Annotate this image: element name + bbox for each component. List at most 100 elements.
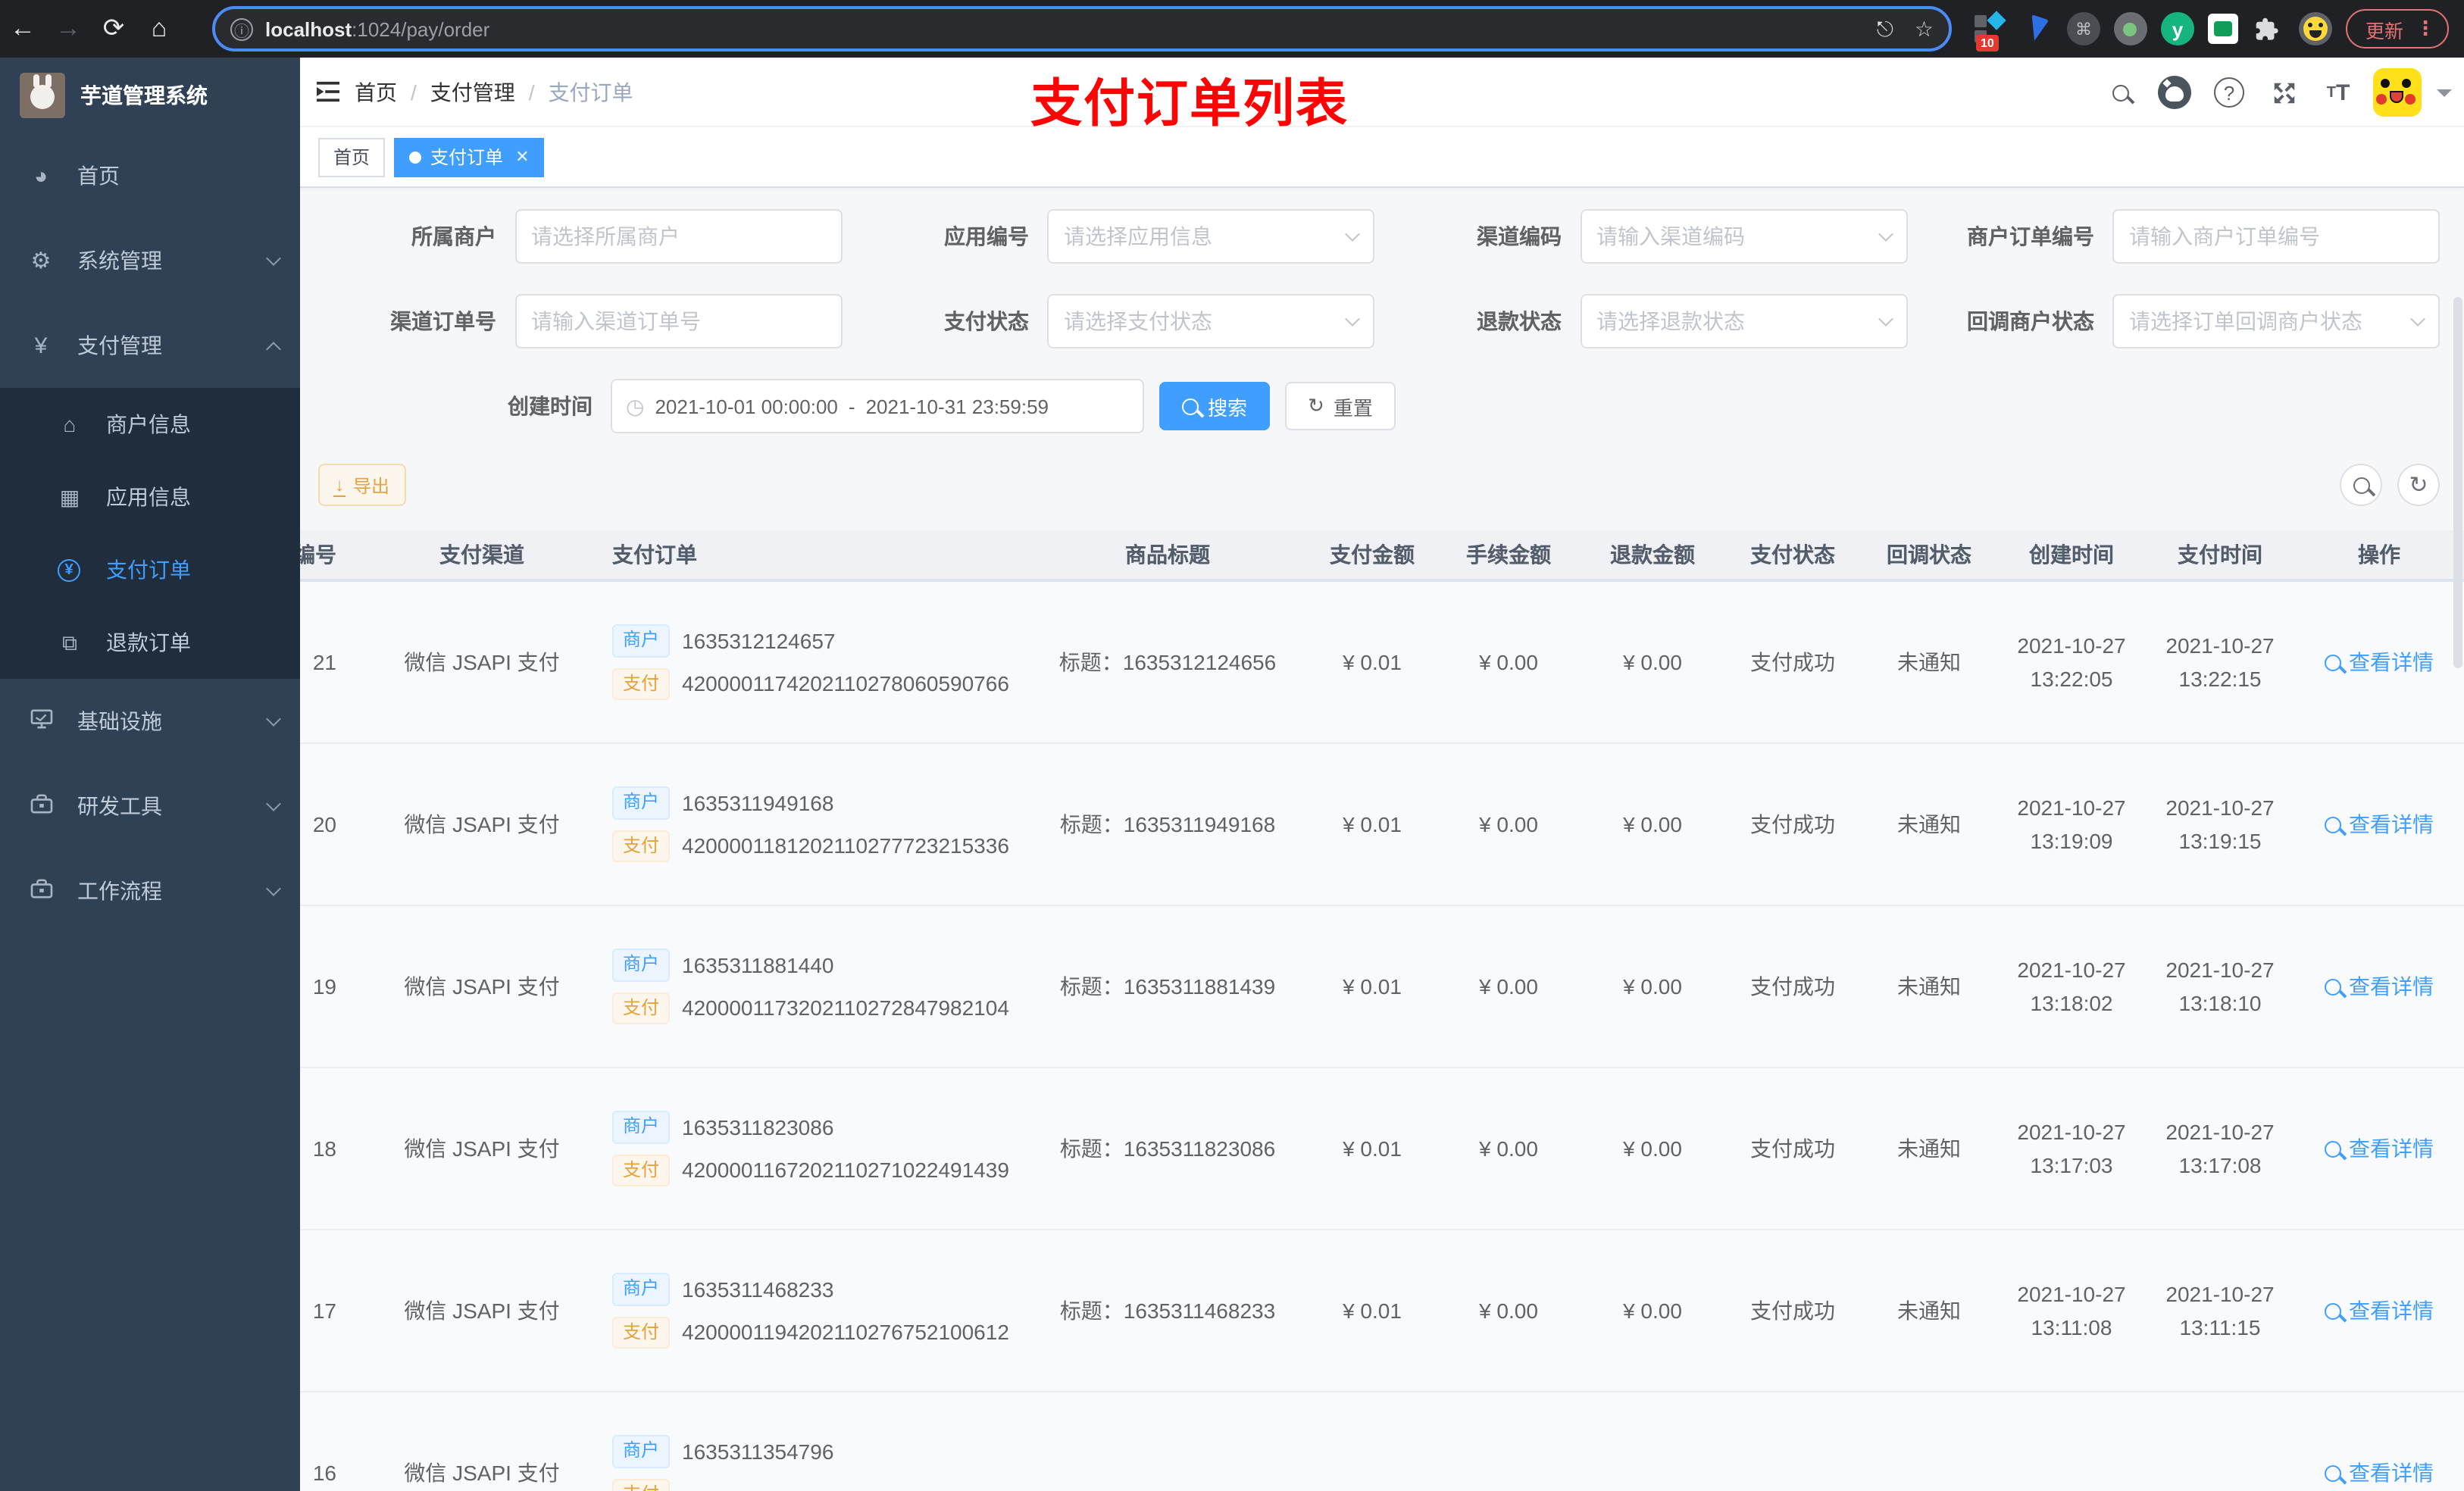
cell-action: 查看详情 [2294,971,2464,1002]
view-detail-link[interactable]: 查看详情 [2325,1458,2434,1488]
filter-field: 支付状态 [842,294,1374,349]
view-detail-link[interactable]: 查看详情 [2325,809,2434,839]
table-header-cell: 回调状态 [1887,542,1972,567]
address-bar[interactable]: ⓘ localhost:1024/pay/order ⎋ ☆ [212,6,1952,52]
tags-view-bar: 首页 支付订单 ✕ [300,127,2464,188]
table-row[interactable]: 17 微信 JSAPI 支付 商户 1635311468233 支付 42000… [300,1230,2464,1393]
sidebar-item-workflow[interactable]: 工作流程 [0,849,300,933]
filter-input[interactable] [2112,209,2440,264]
cell-notify: 未通知 [1897,1136,1961,1161]
toggle-search-button[interactable] [2340,464,2382,506]
breadcrumb-home[interactable]: 首页 [355,77,397,107]
extension-kite-icon[interactable] [2020,12,2053,45]
filter-input-control[interactable] [1596,309,1880,333]
filter-input[interactable] [1580,294,1907,349]
sidebar-item-system[interactable]: ⚙ 系统管理 [0,218,300,303]
filter-input-control[interactable] [1064,309,1347,333]
extension-dot-icon[interactable] [2113,12,2147,45]
extension-chat-icon[interactable] [2207,14,2238,44]
cell-title: 标题：1635312124656 [1058,650,1277,674]
select-caret-icon [1878,227,1893,242]
sidebar-item-merchant-info[interactable]: ⌂ 商户信息 [0,388,300,461]
app-logo[interactable]: 芋道管理系统 [0,58,300,133]
forward-icon[interactable]: → [45,6,91,52]
update-button[interactable]: 更新 ⋮ [2345,9,2449,48]
share-icon[interactable]: ⎋ [1877,16,1893,42]
payment-submenu: ⌂ 商户信息 ▦ 应用信息 ¥ 支付订单 ⧉ 退款订单 [0,388,300,679]
refresh-table-button[interactable]: ↻ [2397,464,2440,506]
sidebar-item-app-info[interactable]: ▦ 应用信息 [0,461,300,533]
home-icon[interactable]: ⌂ [136,6,182,52]
cell-channel: 微信 JSAPI 支付 [404,1136,560,1161]
github-icon[interactable] [2155,73,2194,112]
back-icon[interactable]: ← [0,6,45,52]
view-detail-link[interactable]: 查看详情 [2325,1133,2434,1164]
table-row[interactable]: 18 微信 JSAPI 支付 商户 1635311823086 支付 42000… [300,1068,2464,1230]
search-icon[interactable] [2100,73,2140,112]
filter-input-control[interactable] [2129,224,2423,248]
search-button[interactable]: 搜索 [1159,382,1271,430]
filter-input-control[interactable] [531,224,825,248]
reset-button[interactable]: ↻ 重置 [1285,382,1396,430]
site-info-icon[interactable]: ⓘ [230,17,253,40]
view-detail-link[interactable]: 查看详情 [2325,971,2434,1002]
table-header-cell: 创建时间 [2029,542,2114,567]
extension-grid-icon[interactable]: 10 [1973,11,2006,52]
bookmark-star-icon[interactable]: ☆ [1915,16,1934,42]
table-header-cell: 退款金额 [1610,542,1695,567]
filter-input[interactable] [514,294,842,349]
filter-input[interactable] [2112,294,2440,349]
date-range-input[interactable]: ◷ 2021-10-01 00:00:00 - 2021-10-31 23:59… [611,379,1144,433]
reload-icon[interactable]: ⟳ [91,6,136,52]
extension-y-icon[interactable]: y [2160,12,2194,45]
filter-input[interactable] [514,209,842,264]
cell-status: 支付成功 [1750,974,1835,999]
fullscreen-icon[interactable] [2264,73,2303,112]
filter-label: 渠道编码 [1477,224,1562,248]
help-icon[interactable]: ? [2209,73,2249,112]
profile-avatar[interactable] [2298,12,2332,45]
extensions-puzzle-icon[interactable] [2252,12,2285,45]
sidebar-item-payment[interactable]: ¥ 支付管理 [0,303,300,388]
cell-notify: 未通知 [1897,1299,1961,1323]
page-scrollbar[interactable] [2453,297,2462,668]
view-detail-link[interactable]: 查看详情 [2325,1296,2434,1326]
tab-home[interactable]: 首页 [318,137,386,177]
sidebar-item-pay-order[interactable]: ¥ 支付订单 [0,533,300,606]
merchant-order-no: 1635312124657 [682,628,836,653]
filter-input-control[interactable] [531,309,825,333]
cell-title: 标题：1635311823086 [1059,1136,1276,1161]
cell-pay-time: 2021-10-27 13:18:10 [2165,958,2275,1015]
extension-command-icon[interactable]: ⌘ [2066,12,2100,45]
sidebar-item-refund-order[interactable]: ⧉ 退款订单 [0,606,300,679]
table-row[interactable]: 20 微信 JSAPI 支付 商户 1635311949168 支付 42000… [300,744,2464,906]
sidebar-item-dev-tools[interactable]: 研发工具 [0,764,300,849]
filter-input[interactable] [1047,209,1374,264]
filter-input[interactable] [1047,294,1374,349]
breadcrumb-payment[interactable]: 支付管理 [430,77,515,107]
font-size-icon[interactable]: TT [2319,73,2358,112]
filter-input-control[interactable] [2129,309,2412,333]
close-tab-icon[interactable]: ✕ [515,147,529,167]
table-row[interactable]: 19 微信 JSAPI 支付 商户 1635311881440 支付 42000… [300,906,2464,1068]
filter-label: 渠道订单号 [390,309,496,333]
filter-input-control[interactable] [1064,224,1347,248]
user-avatar[interactable] [2373,68,2422,117]
sidebar-item-home[interactable]: ◕ 首页 [0,133,300,218]
sidebar-item-infrastructure[interactable]: 基础设施 [0,679,300,764]
avatar-caret-icon[interactable] [2437,89,2452,104]
tab-pay-order[interactable]: 支付订单 ✕ [394,137,545,177]
browser-menu-icon[interactable]: ⋮ [2416,17,2435,41]
extension-area: 10 ⌘ y 更新 ⋮ [1973,0,2449,58]
table-row[interactable]: 21 微信 JSAPI 支付 商户 1635312124657 支付 42000… [300,582,2464,744]
view-detail-link[interactable]: 查看详情 [2325,647,2434,677]
table-row[interactable]: 16 微信 JSAPI 支付 商户 1635311354796 支付 [300,1393,2464,1491]
pay-tag: 支付 [612,992,671,1025]
filter-input-control[interactable] [1596,224,1880,248]
cell-channel: 微信 JSAPI 支付 [404,974,560,999]
table-header-cell: 商品标题 [1125,542,1210,567]
collapse-sidebar-icon[interactable] [300,80,355,103]
export-button[interactable]: ↓ 导出 [318,464,407,506]
filter-input[interactable] [1580,209,1907,264]
date-filter-label: 创建时间 [508,394,593,418]
